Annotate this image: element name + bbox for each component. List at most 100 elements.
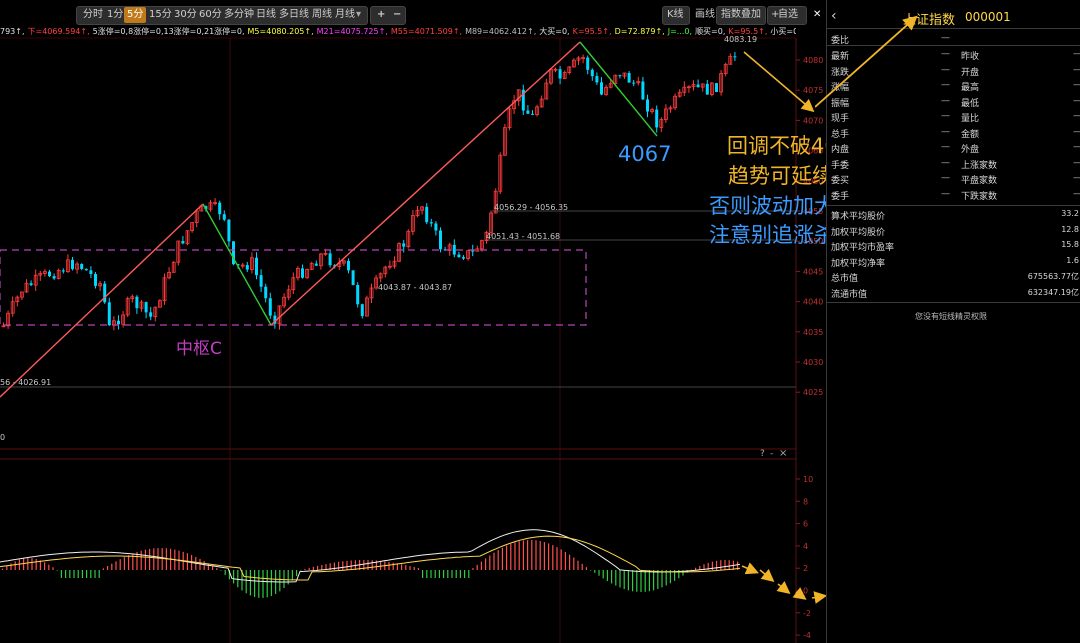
candle-body	[117, 320, 120, 325]
title-arrow	[815, 15, 918, 108]
candle-body	[627, 72, 631, 83]
axis-tick-label: 10	[803, 475, 813, 484]
row-value: —	[1073, 173, 1080, 183]
macd-bar	[52, 567, 54, 570]
macd-bar	[111, 563, 113, 570]
row-value: —	[941, 157, 950, 168]
macd-bar	[107, 565, 109, 570]
macd-bar	[640, 570, 642, 592]
axis-tick-label: 2	[803, 564, 808, 573]
axis-tick-label: 4030	[803, 358, 823, 367]
macd-bar	[279, 570, 281, 592]
row-value: —	[1073, 111, 1080, 121]
row-value: —	[941, 188, 950, 199]
close-panel-icon[interactable]: ×	[779, 448, 787, 459]
candle-body	[558, 69, 562, 79]
macd-bar	[480, 561, 482, 570]
macd-bar	[350, 560, 352, 570]
macd-bar	[422, 570, 424, 578]
macd-bar	[270, 570, 272, 596]
macd-bar	[338, 561, 340, 570]
macd-bar	[472, 568, 474, 570]
macd-bar	[401, 564, 403, 570]
macd-bar	[56, 570, 58, 571]
macd-bar	[27, 558, 29, 570]
candle-body	[255, 257, 258, 276]
forecast-arrow	[741, 562, 759, 575]
macd-bar	[556, 547, 558, 570]
macd-bar	[35, 558, 37, 570]
candle-body	[600, 82, 603, 95]
axis-tick-label: 0	[803, 587, 808, 596]
macd-bar	[627, 570, 629, 591]
quote-panel: ‹ 上证指数 000001 委比 — 最新—昨收—涨跌—开盘—涨幅—最高—振幅—…	[815, 0, 1080, 643]
price-label: 4043.87 - 4043.87	[378, 283, 453, 292]
macd-bar	[304, 568, 306, 570]
candle-body	[356, 284, 360, 305]
candle-body	[245, 265, 249, 270]
macd-bar	[661, 570, 663, 588]
help-icon[interactable]: ?	[760, 449, 765, 459]
stat-value: 33.2	[1061, 209, 1079, 218]
price-label: 0	[0, 433, 6, 442]
row-value: —	[1073, 65, 1080, 75]
axis-tick-label: 4025	[803, 388, 823, 397]
stat-label: 总市值	[831, 274, 859, 284]
macd-bar	[81, 570, 83, 578]
axis-tick-label: 6	[803, 520, 808, 529]
forecast-arrows	[741, 562, 826, 604]
candle-body	[586, 57, 590, 70]
stat-value: 1.6	[1066, 255, 1079, 265]
candle-body	[80, 263, 84, 269]
candle-body	[360, 304, 364, 317]
index-code: 000001	[965, 10, 1011, 24]
candle-body	[89, 270, 93, 275]
row-value: —	[1073, 49, 1080, 59]
macd-bar	[518, 541, 520, 570]
high-price-label: 4083.19	[724, 35, 758, 44]
macd-bar	[493, 552, 495, 570]
candle-body	[107, 302, 111, 326]
macd-bar	[31, 558, 33, 570]
candle-body	[259, 275, 263, 287]
candle-body	[655, 109, 659, 128]
candle-body	[641, 81, 645, 100]
macd-bar	[573, 557, 575, 570]
macd-axis: 10 8 6 4 2 0 -2 -4	[796, 475, 813, 640]
price-label: 4056.29 - 4056.35	[494, 203, 569, 212]
macd-bar	[434, 570, 436, 578]
price-label: 56 - 4026.91	[0, 378, 52, 387]
macd-bar	[632, 570, 634, 592]
macd-bar	[14, 561, 16, 570]
candle-body	[144, 302, 148, 313]
minimize-icon[interactable]: -	[770, 449, 773, 459]
macd-bar	[695, 567, 697, 570]
candle-body	[715, 83, 718, 92]
macd-bar	[501, 547, 503, 570]
downtrend-line	[202, 203, 272, 326]
annotation-line-2: 趋势可延续	[728, 164, 833, 188]
macd-bar	[254, 570, 256, 598]
macd-bar	[716, 560, 718, 570]
candle-body	[471, 250, 475, 252]
candle-body	[646, 99, 649, 112]
macd-bar	[44, 562, 46, 570]
macd-histogram	[2, 540, 739, 598]
macd-bar	[623, 570, 625, 590]
macd-bar	[514, 542, 516, 570]
macd-bar	[237, 570, 239, 588]
macd-bar	[405, 565, 407, 570]
candle-body	[29, 283, 33, 286]
kline-chart[interactable]: 4080407540704065406040554050404540404035…	[0, 0, 826, 643]
macd-bar	[149, 548, 151, 570]
forecast-arrow	[759, 568, 775, 583]
macd-bar	[522, 540, 524, 570]
candle-body	[733, 56, 737, 58]
row-label: 手委	[831, 160, 850, 171]
macd-bar	[6, 565, 8, 570]
row-label: 委买	[831, 176, 850, 186]
macd-bar	[346, 560, 348, 570]
candle-body	[301, 268, 304, 278]
stat-label: 流通市值	[831, 289, 868, 300]
macd-bar	[506, 545, 508, 570]
